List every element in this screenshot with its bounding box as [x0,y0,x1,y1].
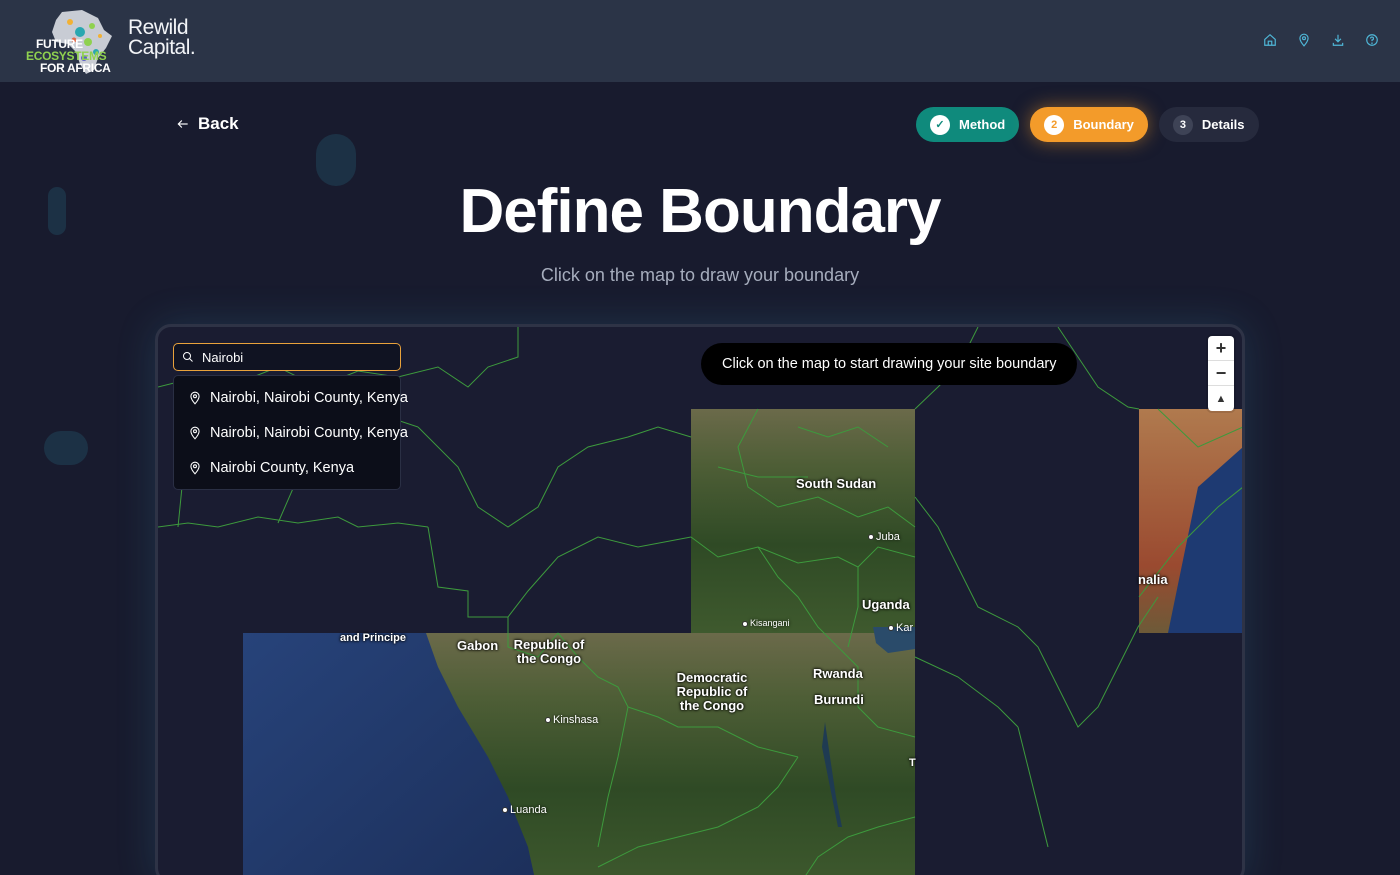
help-icon[interactable] [1364,32,1380,48]
map-label-uganda: Uganda [862,597,910,612]
map-label-sao-tome: and Principe [340,632,407,644]
step-boundary[interactable]: 2 Boundary [1030,107,1148,142]
rewild-capital-logo[interactable]: Rewild Capital. [128,16,196,59]
map-pin-icon[interactable] [1296,32,1312,48]
decorative-blob [44,431,88,465]
step-label: Boundary [1073,117,1134,132]
city-luanda: Luanda [502,804,547,816]
search-icon [183,352,193,362]
home-icon[interactable] [1262,32,1278,48]
map-label-south-sudan: South Sudan [796,476,877,491]
page-title: Define Boundary [459,177,941,246]
map-pin-icon [190,461,200,475]
search-result-item[interactable]: Nairobi County, Kenya [174,450,400,485]
map-pin-icon [190,391,200,405]
step-number: 3 [1172,114,1193,135]
progress-stepper: ✓ Method 2 Boundary 3 Details [916,107,1259,142]
map-label-somalia: nalia [1138,572,1168,587]
step-label: Method [959,117,1006,132]
back-label: Back [198,114,239,133]
search-results-dropdown: Nairobi, Nairobi County, Kenya Nairobi, … [173,375,408,490]
city-juba: Juba [868,531,900,543]
map-label-truncated: T [909,757,916,769]
search-result-item[interactable]: Nairobi, Nairobi County, Kenya [174,380,408,415]
top-bar: FUTURE ECOSYSTEMS FOR AFRICA Rewild Capi… [0,0,1400,82]
zoom-controls: + − ▲ [1208,336,1234,411]
search-result-label: Nairobi, Nairobi County, Kenya [210,424,408,441]
step-number: 2 [1044,114,1065,135]
download-icon[interactable] [1330,32,1346,48]
page-subtitle: Click on the map to draw your boundary [540,265,860,285]
city-kinshasa: Kinshasa [545,714,598,726]
logo-line-for-africa: FOR AFRICA [40,61,111,75]
map-label-rwanda: Rwanda [813,666,863,681]
map-label-republic-of-congo: Republic of the Congo [513,637,585,666]
step-label: Details [1201,117,1245,132]
zoom-out-button[interactable]: − [1208,361,1234,386]
back-button[interactable]: Back [176,114,239,134]
header-icons [1262,32,1380,48]
map-label-gabon: Gabon [457,638,499,653]
map-pin-icon [190,426,200,440]
search-result-label: Nairobi, Nairobi County, Kenya [210,389,408,406]
step-details[interactable]: 3 Details [1158,107,1259,142]
city-kampala: Kar [888,622,913,634]
step-method[interactable]: ✓ Method [916,107,1020,142]
map-label-burundi: Burundi [814,692,864,707]
search-result-item[interactable]: Nairobi, Nairobi County, Kenya [174,415,408,450]
map-instruction-tooltip: Click on the map to start drawing your s… [701,343,1078,385]
search-result-label: Nairobi County, Kenya [210,459,355,476]
future-ecosystems-logo[interactable]: FUTURE ECOSYSTEMS FOR AFRICA [12,8,122,76]
location-search-field[interactable] [173,343,401,371]
map-label-drc: Democratic Republic of the Congo [676,670,748,713]
reset-north-button[interactable]: ▲ [1208,386,1234,411]
location-search-input[interactable] [202,349,382,365]
zoom-in-button[interactable]: + [1208,336,1234,361]
brand-line-2: Capital. [128,36,196,59]
arrow-left-icon [177,120,188,128]
check-icon: ✓ [930,114,950,135]
brand-line-1: Rewild [128,16,189,39]
city-kisangani: Kisangani [742,618,790,628]
map-canvas[interactable]: South Sudan Uganda Gabon Republic of the… [155,324,1245,875]
